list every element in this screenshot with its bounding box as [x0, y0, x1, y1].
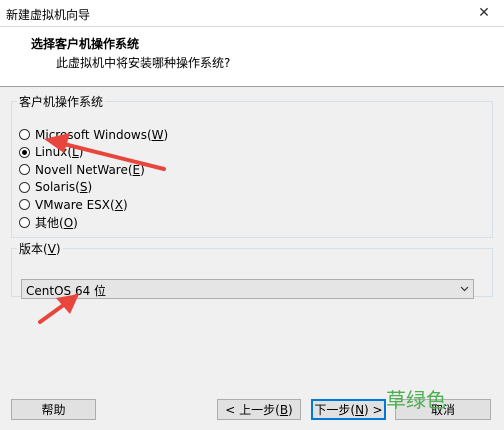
version-select[interactable]: CentOS 64 位: [21, 279, 474, 299]
close-icon[interactable]: ✕: [464, 0, 504, 26]
watermark-text: 草绿色: [386, 388, 446, 412]
radio-button-checked-icon[interactable]: [19, 146, 30, 158]
wizard-header: 选择客户机操作系统 此虚拟机中将安装哪种操作系统?: [0, 27, 504, 87]
radio-label: 其他(O): [35, 215, 78, 230]
help-button[interactable]: 帮助: [11, 399, 96, 420]
radio-button-icon[interactable]: [19, 216, 30, 228]
radio-label: VMware ESX(X): [35, 197, 128, 212]
radio-button-icon[interactable]: [19, 129, 30, 141]
radio-button-icon[interactable]: [19, 199, 30, 211]
guest-os-group: 客户机操作系统 Microsoft Windows(W) Linux(L) No…: [11, 93, 493, 238]
page-subtitle: 此虚拟机中将安装哪种操作系统?: [56, 56, 231, 70]
window-title: 新建虚拟机向导: [6, 8, 91, 22]
radio-solaris[interactable]: Solaris(S): [19, 179, 168, 197]
os-radio-list: Microsoft Windows(W) Linux(L) Novell Net…: [19, 126, 168, 231]
radio-label: Novell NetWare(E): [35, 162, 145, 177]
radio-linux[interactable]: Linux(L): [19, 144, 168, 162]
radio-label: Solaris(S): [35, 180, 93, 195]
chevron-down-icon[interactable]: [455, 280, 473, 298]
radio-windows[interactable]: Microsoft Windows(W): [19, 126, 168, 144]
title-bar: 新建虚拟机向导 ✕: [0, 0, 504, 27]
version-select-value: CentOS 64 位: [26, 284, 107, 298]
guest-os-legend: 客户机操作系统: [19, 95, 104, 109]
next-button[interactable]: 下一步(N) >: [311, 399, 386, 420]
page-title: 选择客户机操作系统: [31, 37, 140, 51]
radio-label: Linux(L): [35, 145, 84, 160]
radio-label: Microsoft Windows(W): [35, 127, 169, 142]
radio-netware[interactable]: Novell NetWare(E): [19, 161, 168, 179]
back-button[interactable]: < 上一步(B): [217, 399, 301, 420]
radio-button-icon[interactable]: [19, 181, 30, 193]
radio-vmware-esx[interactable]: VMware ESX(X): [19, 196, 168, 214]
version-legend: 版本(V): [19, 242, 61, 256]
version-group: 版本(V) CentOS 64 位: [11, 240, 493, 299]
radio-button-icon[interactable]: [19, 164, 30, 176]
radio-other[interactable]: 其他(O): [19, 214, 168, 232]
